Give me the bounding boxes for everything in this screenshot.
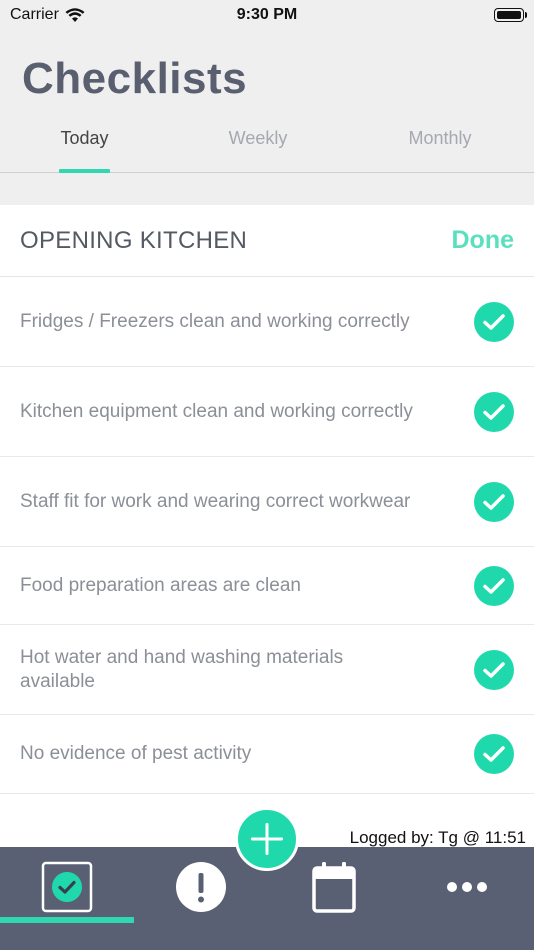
calendar-icon [312, 862, 356, 913]
page-title: Checklists [22, 54, 248, 103]
tab-weekly[interactable]: Weekly [222, 118, 294, 173]
checklist-item-text: No evidence of pest activity [20, 743, 252, 764]
checkmark-icon[interactable] [474, 481, 514, 522]
tab-bar-top: Today Weekly Monthly [0, 118, 534, 173]
checklist-item-text: Food preparation areas are clean [20, 574, 301, 596]
tab-weekly-label: Weekly [228, 128, 288, 148]
checklist-header: OPENING KITCHEN Done [0, 205, 534, 277]
add-button[interactable] [235, 807, 299, 871]
nav-checklists[interactable] [0, 847, 134, 927]
tab-monthly[interactable]: Monthly [400, 118, 480, 173]
carrier-label: Carrier [10, 6, 59, 23]
checkmark-icon[interactable] [474, 391, 514, 432]
wifi-icon [65, 7, 85, 22]
checkmark-icon[interactable] [474, 649, 514, 690]
checklist-icon [41, 861, 93, 913]
battery-level [497, 11, 521, 19]
checkmark-icon[interactable] [474, 734, 514, 774]
checklist-title: OPENING KITCHEN [20, 226, 248, 254]
plus-icon [251, 823, 283, 855]
more-icon [447, 882, 487, 892]
checklist-item-text: Staff fit for work and wearing correct w… [20, 490, 411, 512]
status-bar: Carrier 9:30 PM [0, 0, 534, 30]
logged-by-label: Logged by: Tg @ 11:51 [349, 828, 526, 847]
checklist-item-text: Hot water and hand washing materials ava… [20, 646, 344, 692]
alert-icon [176, 862, 226, 912]
tab-today-label: Today [60, 128, 109, 148]
tab-monthly-label: Monthly [408, 128, 472, 148]
tab-today[interactable]: Today [59, 118, 110, 173]
checklist-item[interactable]: Fridges / Freezers clean and working cor… [0, 277, 534, 367]
checklist-item[interactable]: Staff fit for work and wearing correct w… [0, 457, 534, 547]
checkmark-icon[interactable] [474, 565, 514, 606]
nav-more[interactable] [400, 847, 534, 927]
checklist-item[interactable]: Kitchen equipment clean and working corr… [0, 367, 534, 457]
checkmark-icon[interactable] [474, 301, 514, 342]
checklist-item-text: Kitchen equipment clean and working corr… [20, 400, 413, 422]
checklist-card: OPENING KITCHEN Done Fridges / Freezers … [0, 205, 534, 847]
battery-icon [494, 8, 527, 22]
checklist-item[interactable]: No evidence of pest activity [0, 715, 534, 794]
checklist-item-text: Fridges / Freezers clean and working cor… [20, 310, 410, 332]
status-left: Carrier [10, 6, 85, 24]
checklist-item[interactable]: Food preparation areas are clean [0, 547, 534, 625]
done-button[interactable]: Done [452, 226, 515, 255]
tab-active-indicator [59, 169, 110, 173]
checklist-item[interactable]: Hot water and hand washing materials ava… [0, 625, 534, 715]
nav-active-indicator [0, 917, 134, 923]
